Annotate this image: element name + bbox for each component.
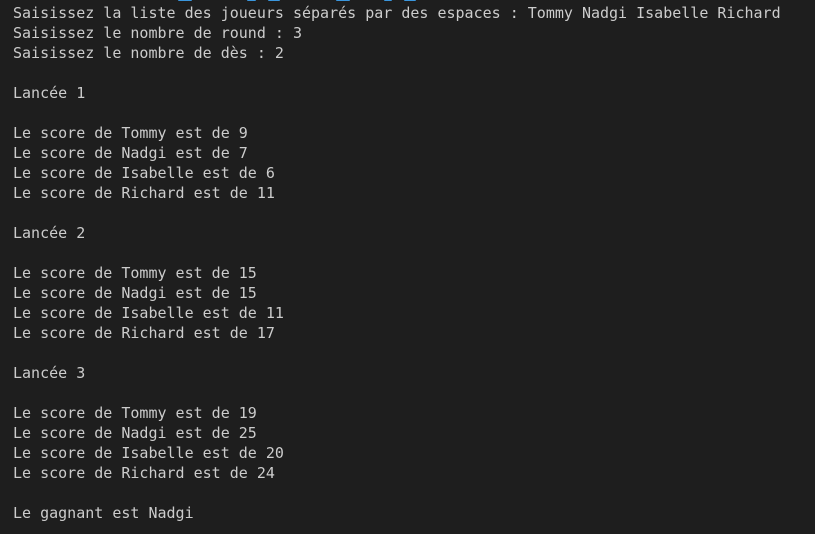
rounds-prompt-line: Saisissez le nombre de round : 3 [13, 24, 302, 42]
cropped-previous-line [0, 0, 815, 3]
score-line: Le score de Richard est de 24 [13, 464, 275, 482]
score-line: Le score de Richard est de 11 [13, 184, 275, 202]
score-line: Le score de Nadgi est de 7 [13, 144, 248, 162]
players-prompt-line: Saisissez la liste des joueurs séparés p… [13, 4, 781, 22]
score-line: Le score de Isabelle est de 20 [13, 444, 284, 462]
round-heading: Lancée 2 [13, 224, 86, 242]
score-line: Le score de Richard est de 17 [13, 324, 275, 342]
score-line: Le score de Tommy est de 15 [13, 264, 257, 282]
score-line: Le score de Nadgi est de 15 [13, 284, 257, 302]
score-line: Le score de Isabelle est de 6 [13, 164, 275, 182]
terminal-output[interactable]: Saisissez la liste des joueurs séparés p… [0, 0, 815, 534]
score-line: Le score de Tommy est de 19 [13, 404, 257, 422]
round-heading: Lancée 1 [13, 84, 86, 102]
round-heading: Lancée 3 [13, 364, 86, 382]
winner-line: Le gagnant est Nadgi [13, 504, 194, 522]
score-line: Le score de Tommy est de 9 [13, 124, 248, 142]
score-line: Le score de Isabelle est de 11 [13, 304, 284, 322]
dice-prompt-line: Saisissez le nombre de dès : 2 [13, 44, 284, 62]
score-line: Le score de Nadgi est de 25 [13, 424, 257, 442]
